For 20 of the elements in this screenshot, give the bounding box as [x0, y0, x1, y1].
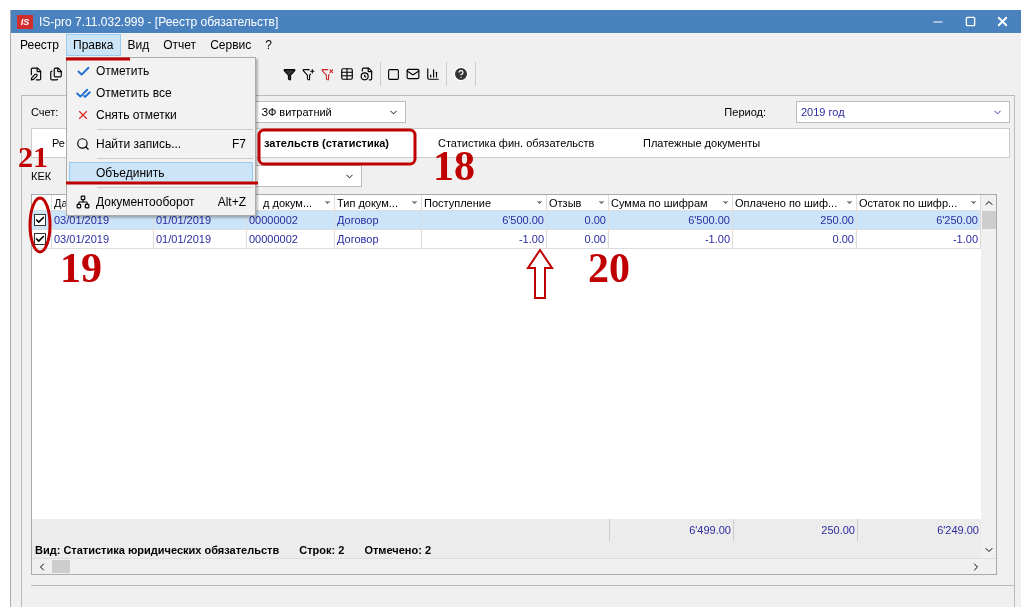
status-marked-count: Отмечено: 2 [364, 543, 431, 556]
window-title: IS-pro 7.11.032.999 - [Реестр обязательств] [39, 14, 280, 29]
annotation-number: 21 [18, 147, 48, 167]
annotation-number: 18 [433, 150, 475, 182]
annotation-number: 19 [60, 252, 102, 284]
table-cell: Договор [335, 230, 422, 249]
table-cell: 0.00 [547, 230, 609, 249]
period-label: Период: [724, 106, 766, 118]
annotation-number: 20 [588, 252, 630, 284]
table-cell: 0.00 [733, 230, 857, 249]
account-label: Счет: [31, 106, 59, 118]
status-row-count: Строк: 2 [299, 543, 345, 556]
status-view: Вид: Статистика юридических обязательств [35, 543, 280, 556]
table-cell: -1.00 [609, 230, 733, 249]
table-cell: 01/01/2019 [154, 230, 247, 249]
table-cell: 00000002 [247, 230, 335, 249]
table-cell: 03/01/2019 [52, 230, 154, 249]
kekv-label: КЕК [31, 170, 52, 182]
table-cell: -1.00 [422, 230, 547, 249]
app-logo: IS [17, 14, 33, 29]
